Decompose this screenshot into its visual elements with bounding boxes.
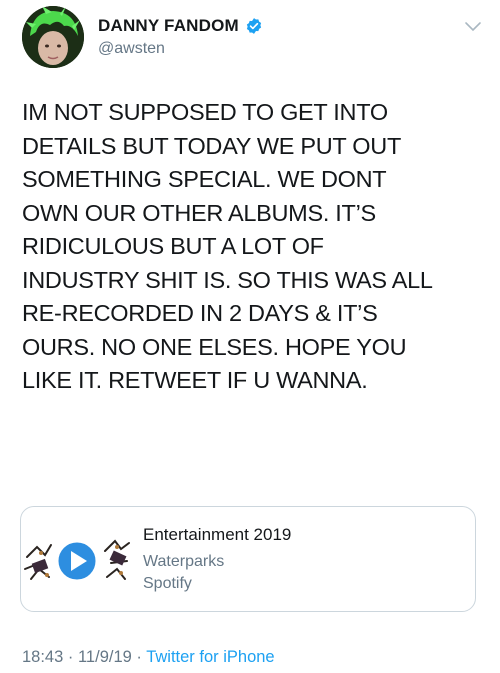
tweet-text: IM NOT SUPPOSED TO GET INTO DETAILS BUT … xyxy=(22,99,433,393)
name-row: DANNY FANDOM xyxy=(98,16,263,36)
tweet-client-link[interactable]: Twitter for iPhone xyxy=(146,648,274,666)
tweet-date[interactable]: 11/9/19 xyxy=(78,648,132,666)
tweet-header: DANNY FANDOM @awsten xyxy=(22,6,482,72)
card-title: Entertainment 2019 xyxy=(143,525,292,544)
meta-separator: · xyxy=(136,648,142,666)
card-source: Spotify xyxy=(143,575,192,592)
chevron-down-icon[interactable] xyxy=(464,20,482,32)
verified-badge-icon xyxy=(245,17,263,35)
avatar-image xyxy=(22,6,84,68)
user-handle[interactable]: @awsten xyxy=(98,40,165,58)
display-name[interactable]: DANNY FANDOM xyxy=(98,16,239,36)
avatar[interactable] xyxy=(22,6,84,68)
spotify-card[interactable]: Entertainment 2019 Waterparks Spotify xyxy=(20,506,476,612)
meta-separator: · xyxy=(67,648,74,666)
card-artist: Waterparks xyxy=(143,553,225,570)
tweet-time[interactable]: 18:43 xyxy=(22,648,63,666)
album-art xyxy=(21,521,133,601)
tweet-meta: 18:43 · 11/9/19 · Twitter for iPhone xyxy=(22,648,275,667)
card-text: Entertainment 2019 Waterparks Spotify xyxy=(143,525,291,595)
